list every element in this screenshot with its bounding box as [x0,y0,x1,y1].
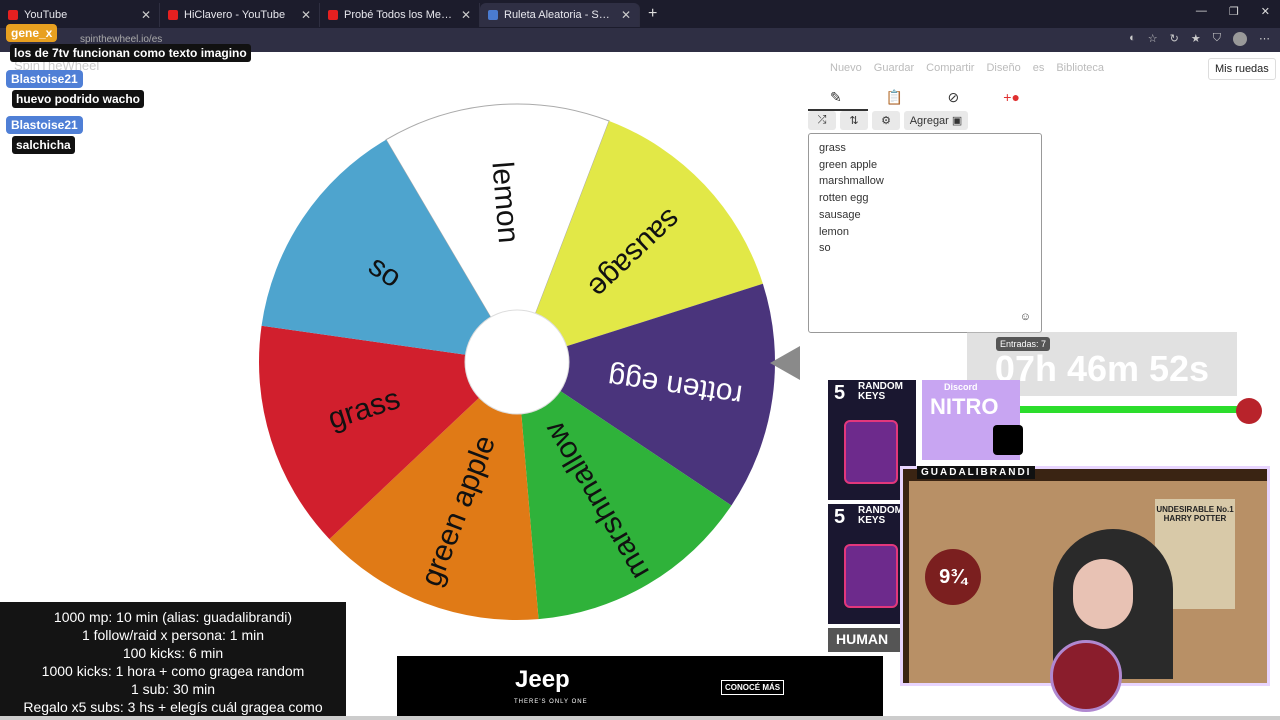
rule-line: Regalo x5 subs: 3 hs + elegís cuál grage… [23,699,323,715]
jeep-logo: Jeep [515,666,570,693]
chat-text: los de 7tv funcionan como texto imagino [6,42,251,62]
my-wheels-button[interactable]: Mis ruedas [1208,58,1276,80]
nav-library[interactable]: Biblioteca [1056,62,1104,74]
chat-message-text: huevo podrido wacho [12,90,145,108]
entries-textarea[interactable]: grass green apple marshmallow rotten egg… [808,133,1042,333]
chat-message-text: salchicha [12,136,75,154]
wheel-icon [488,10,498,20]
add-color-icon[interactable]: +● [1003,89,1020,105]
stream-rules-panel: 1000 mp: 10 min (alias: guadalibrandi) 1… [0,602,346,718]
wheel-pointer [770,346,800,380]
tab-title: Probé Todos los Menús de $1 en E [344,9,455,21]
steam-box-icon [844,420,898,484]
emoji-icon[interactable]: ☺ [1020,309,1031,326]
youtube-icon [328,10,338,20]
chat-overlay: gene_x los de 7tv funcionan como texto i… [6,24,251,62]
streamer-face [1073,559,1133,629]
shuffle-button[interactable]: ⤮ [808,111,836,130]
close-tab-icon[interactable]: ✕ [621,8,631,22]
card-title: RANDOM KEYS [858,382,903,402]
shield-icon[interactable]: ⛉ [1213,32,1221,46]
rule-line: 1 follow/raid x persona: 1 min [81,627,265,643]
card-number: 5 [834,382,846,404]
profile-avatar[interactable] [1233,32,1247,46]
rule-line: 1000 kicks: 1 hora + como gragea random [41,663,305,679]
sort-button[interactable]: ⇅ [840,111,868,130]
steam-box-icon [844,544,898,608]
clipboard-icon[interactable]: 📋 [886,89,903,106]
entry-item[interactable]: marshmallow [819,173,1031,190]
vtuber-avatar [1050,640,1122,712]
new-tab-button[interactable]: + [648,5,657,23]
browser-tab-active[interactable]: Ruleta Aleatoria - Selector Persona ✕ [480,3,640,27]
hide-eye-icon[interactable]: ⊘ [947,89,959,106]
tab-title: YouTube [24,9,68,21]
add-image-button[interactable]: Agregar ▣ [904,111,968,130]
jeep-ad-banner[interactable]: Jeep THERE'S ONLY ONE CONOCÉ MÁS [397,656,883,716]
site-nav: Nuevo Guardar Compartir Diseño es Biblio… [830,58,1276,80]
youtube-icon [8,10,18,20]
close-tab-icon[interactable]: ✕ [141,8,151,22]
chat-username: gene_x [6,24,58,42]
card-text: KEYS [858,515,886,526]
close-tab-icon[interactable]: ✕ [301,8,311,22]
nav-new[interactable]: Nuevo [830,62,862,74]
avatar [1236,398,1262,424]
wheel-slice-label: lemon [485,160,525,244]
window-controls: — ❐ ✕ [1196,5,1270,18]
discord-label: Discord [944,382,978,392]
entry-item[interactable]: rotten egg [819,190,1031,207]
close-tab-icon[interactable]: ✕ [461,8,471,22]
platform-sign: 9¾ [925,549,981,605]
favorites-icon[interactable]: ★ [1191,32,1201,46]
nav-share[interactable]: Compartir [926,62,974,74]
nav-design[interactable]: Diseño [986,62,1020,74]
minimize-icon[interactable]: — [1196,5,1207,18]
entry-count-badge: Entradas: 7 [996,337,1051,351]
tab-title: HiClavero - YouTube [184,9,286,21]
close-window-icon[interactable]: ✕ [1261,5,1270,18]
entry-item[interactable]: so [819,240,1031,257]
settings-gear-icon[interactable]: ⚙ [872,111,900,130]
entry-item[interactable]: grass [819,140,1031,157]
browser-toolbar: ◐ ☆ ↻ ★ ⛉ ⋯ [1129,32,1270,46]
rule-line: 100 kicks: 6 min [122,645,224,661]
entry-item[interactable]: lemon [819,224,1031,241]
card-text: KEYS [858,391,886,402]
editor-tabs: ✎ 📋 ⊘ +● [808,86,1042,111]
tab-title: Ruleta Aleatoria - Selector Persona [504,9,615,21]
streamer-name: GUADALIBRANDI [917,466,1036,479]
chat-username: Blastoise21 [6,70,83,88]
restore-icon[interactable]: ❐ [1229,5,1239,18]
jeep-cta-button[interactable]: CONOCÉ MÁS [721,680,785,695]
editor-toolbar: ⤮ ⇅ ⚙ Agregar ▣ [808,111,968,130]
chat-message: gene_x [6,24,251,42]
add-label: Agregar [909,114,949,127]
chat-message: Blastoise21 huevo podrido wacho [6,70,145,108]
nav-save[interactable]: Guardar [874,62,914,74]
chat-username: Blastoise21 [6,116,83,134]
spin-wheel[interactable]: lemon sausagerotten eggmarshmallowgreen a… [255,100,780,625]
black-square [993,425,1023,455]
bottom-strip [0,716,1280,720]
entry-item[interactable]: green apple [819,157,1031,174]
rule-line: 1000 mp: 10 min (alias: guadalibrandi) [53,609,293,625]
wheel-center[interactable] [464,309,570,415]
reader-icon[interactable]: ◐ [1129,32,1136,46]
card-number: 5 [834,506,846,528]
nitro-text: NITRO [930,394,999,419]
rule-line: 1 sub: 30 min [130,681,216,697]
card-title: RANDOM KEYS [858,506,903,526]
entry-item[interactable]: sausage [819,207,1031,224]
youtube-icon [168,10,178,20]
jeep-tagline: THERE'S ONLY ONE [514,699,588,705]
edit-pencil-icon[interactable]: ✎ [830,89,842,106]
chat-message: Blastoise21 salchicha [6,116,83,154]
menu-icon[interactable]: ⋯ [1259,32,1270,46]
chat-message-text: los de 7tv funcionan como texto imagino [10,44,251,62]
refresh-icon[interactable]: ↻ [1170,32,1179,46]
browser-tab[interactable]: Probé Todos los Menús de $1 en E ✕ [320,3,480,27]
star-icon[interactable]: ☆ [1148,32,1158,46]
nav-language[interactable]: es [1033,62,1045,74]
